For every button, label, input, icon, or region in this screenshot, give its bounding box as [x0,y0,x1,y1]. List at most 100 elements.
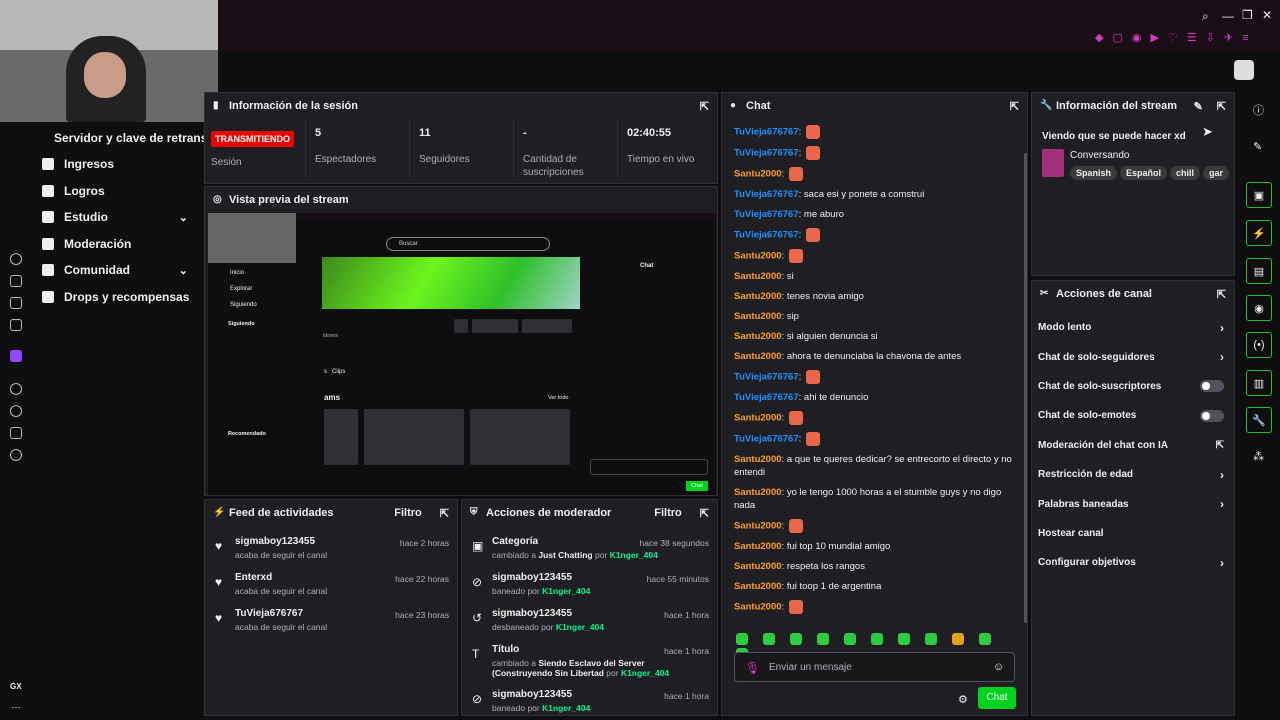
broadcast-icon[interactable]: (•) [1246,332,1272,358]
nav-item[interactable]: Logros [32,178,204,205]
chat-username[interactable]: Santu2000 [734,487,782,498]
emoji-icon[interactable]: ☺ [993,661,1004,673]
chat-message[interactable]: Santu2000: [734,519,1018,533]
minimize-icon[interactable]: — [1222,9,1234,23]
tag[interactable]: chill [1170,166,1201,180]
chat-username[interactable]: TuVieja676767 [734,127,799,138]
chat-bubble-icon[interactable]: ◉ [1246,295,1272,321]
chat-username[interactable]: TuVieja676767 [734,392,799,403]
toggle-switch[interactable] [1200,409,1224,422]
chat-username[interactable]: Santu2000 [734,454,782,465]
feed-row[interactable]: ♥ sigmaboy123455 acaba de seguir el canal h… [205,536,457,572]
nav-header[interactable]: Servidor y clave de retransm [54,131,218,145]
popout-icon[interactable]: ⇱ [440,507,449,520]
chat-message[interactable]: TuVieja676767: [734,125,1018,139]
channel-action[interactable]: Moderación del chat con IA ⇱ [1032,431,1234,460]
clipboard-icon[interactable]: ▤ [1246,258,1272,284]
nav-item[interactable]: Moderación [32,231,204,258]
chat-message[interactable]: TuVieja676767: [734,228,1018,242]
mod-row[interactable]: ⊘ sigmaboy123455 baneado por K1nger_404 hac… [462,572,717,608]
mic-icon[interactable]: 🎙 [745,661,760,675]
clock-icon[interactable] [10,405,22,417]
chat-message[interactable]: Santu2000: fui toop 1 de argentina [734,580,1018,593]
chat-username[interactable]: TuVieja676767 [734,148,799,159]
close-icon[interactable]: ✕ [1262,8,1272,22]
gear-icon[interactable]: ⚙ [958,693,968,706]
popout-icon[interactable]: ⇱ [700,507,709,520]
mod-row[interactable]: ▣ Categoría cambiado a Just Chatting por K… [462,536,717,572]
chevron-down-icon[interactable]: ⌄ [179,211,188,224]
tag[interactable]: Español [1120,166,1168,180]
nav-item[interactable]: Estudio ⌄ [32,204,204,231]
chat-username[interactable]: Santu2000 [734,331,782,342]
chat-message[interactable]: TuVieja676767: ahi te denuncio [734,391,1018,404]
chat-username[interactable]: Santu2000 [734,251,782,262]
m-icon[interactable] [10,319,22,331]
channel-action[interactable]: Chat de solo-suscriptores [1032,372,1234,401]
chat-username[interactable]: Santu2000 [734,311,782,322]
mod-filter-button[interactable]: Filtro [654,507,682,519]
chat-message[interactable]: Santu2000: si alguien denuncia si [734,330,1018,343]
channel-action[interactable]: Hostear canal [1032,519,1234,548]
pencil-icon[interactable]: ✎ [1253,140,1262,153]
chat-username[interactable]: Santu2000 [734,581,782,592]
brush-icon[interactable] [10,297,22,309]
chat-username[interactable]: Santu2000 [734,291,782,302]
chat-username[interactable]: TuVieja676767 [734,372,799,383]
chat-message[interactable]: TuVieja676767: me aburo [734,208,1018,221]
chat-message[interactable]: TuVieja676767: [734,432,1018,446]
chat-message[interactable]: Santu2000: [734,167,1018,181]
popout-icon[interactable]: ⇱ [1217,288,1226,301]
chat-message[interactable]: Santu2000: [734,411,1018,425]
popout-icon[interactable]: ⇱ [700,100,709,113]
chat-scrollbar[interactable] [1024,153,1027,623]
chat-username[interactable]: Santu2000 [734,413,782,424]
tag[interactable]: gar [1203,166,1230,180]
chat-username[interactable]: TuVieja676767 [734,230,799,241]
chat-username[interactable]: Santu2000 [734,351,782,362]
history-icon[interactable] [10,253,22,265]
chat-username[interactable]: Santu2000 [734,561,782,572]
channel-action[interactable]: Chat de solo-seguidores › [1032,342,1234,371]
layout-icon[interactable]: ▥ [1246,370,1272,396]
chat-message[interactable]: Santu2000: ahora te denunciaba la chavon… [734,350,1018,363]
channel-action[interactable]: Chat de solo-emotes [1032,401,1234,430]
extensions-icon[interactable]: ⁂ [1253,450,1264,463]
popout-icon[interactable]: ⇱ [1217,100,1226,113]
chevron-down-icon[interactable]: ⌄ [179,264,188,277]
avatar[interactable] [1234,60,1254,80]
info-icon[interactable]: ⓘ [1253,102,1264,118]
chat-username[interactable]: TuVieja676767 [734,189,799,200]
mod-row[interactable]: ⊘ sigmaboy123455 baneado por K1nger_404 hac… [462,689,717,715]
chat-message[interactable]: Santu2000: si [734,270,1018,283]
chat-message[interactable]: Santu2000: fui top 10 mundial amigo [734,540,1018,553]
channel-action[interactable]: Palabras baneadas › [1032,489,1234,518]
gx-icon[interactable]: GX [10,682,22,691]
puzzle-icon[interactable] [10,427,22,439]
chat-message[interactable]: TuVieja676767: [734,146,1018,160]
chat-username[interactable]: TuVieja676767 [734,434,799,445]
chat-message[interactable]: Santu2000: respeta los rangos [734,560,1018,573]
play-icon[interactable] [10,383,22,395]
chat-message[interactable]: TuVieja676767: saca esi y ponete a comst… [734,188,1018,201]
chat-username[interactable]: Santu2000 [734,541,782,552]
feed-row[interactable]: ♥ Enterxd acaba de seguir el canal hace 22 … [205,572,457,608]
popout-icon[interactable]: ⇱ [1010,100,1019,113]
chat-send-button[interactable]: Chat [978,687,1016,709]
settings-icon[interactable] [10,449,22,461]
chat-username[interactable]: Santu2000 [734,602,782,613]
maximize-icon[interactable]: ❐ [1242,8,1253,22]
channel-action[interactable]: Restricción de edad › [1032,460,1234,489]
chat-message[interactable]: Santu2000: [734,249,1018,263]
chat-username[interactable]: Santu2000 [734,521,782,532]
channel-action[interactable]: Modo lento › [1032,313,1234,342]
nav-item[interactable]: Drops y recompensas [32,284,204,311]
lightning-icon[interactable]: ⚡ [1246,220,1272,246]
channel-action[interactable]: Configurar objetivos › [1032,548,1234,577]
chat-username[interactable]: TuVieja676767 [734,209,799,220]
chat-message[interactable]: Santu2000: tenes novia amigo [734,290,1018,303]
toggle-switch[interactable] [1200,380,1224,393]
preview-frame[interactable]: Buscar Inicio Explorar Siguiendo Siguiendo… [208,213,716,495]
chat-message[interactable]: Santu2000: yo le tengo 1000 horas a el s… [734,486,1018,512]
browser-toolbar-icons[interactable]: ◆▢◉▶♡☰⇩✈≡ [1095,31,1258,44]
